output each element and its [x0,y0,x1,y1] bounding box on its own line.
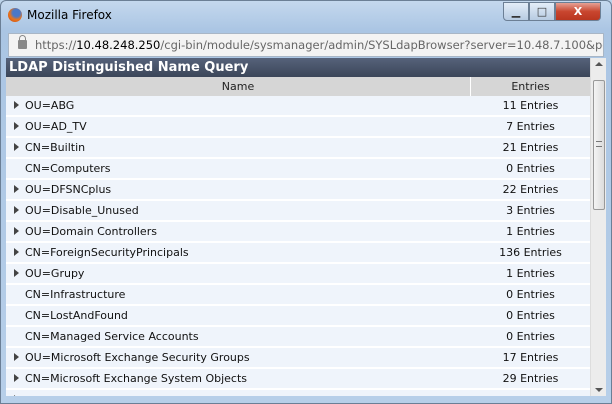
expand-arrow-icon[interactable] [14,185,19,193]
url-scheme: https:// [35,38,77,52]
entry-name[interactable]: CN=Computers [25,159,111,179]
list-item[interactable] [6,390,590,396]
list-item[interactable]: OU=AD_TV 7 Entries [6,117,590,138]
entry-count: 0 Entries [506,309,555,322]
entry-name[interactable]: OU=Microsoft Exchange Security Groups [25,348,250,368]
entry-name[interactable]: CN=Microsoft Exchange System Objects [25,369,247,389]
scroll-down-arrow-icon[interactable] [595,388,603,392]
entry-count: 136 Entries [499,246,562,259]
list-item[interactable]: CN=Managed Service Accounts 0 Entries [6,327,590,348]
list-item[interactable]: OU=Grupy 1 Entries [6,264,590,285]
page-content: LDAP Distinguished Name Query Name Entri… [6,58,606,396]
entry-count: 21 Entries [502,141,559,154]
entry-name[interactable]: CN=Managed Service Accounts [25,327,199,347]
maximize-button[interactable]: □ [529,2,555,21]
entry-count: 1 Entries [506,225,555,238]
entry-name[interactable]: OU=DFSNCplus [25,180,111,200]
expand-arrow-icon[interactable] [14,101,19,109]
entry-name[interactable]: CN=Builtin [25,138,85,158]
url-host: 10.48.248.250 [76,38,161,52]
entry-name[interactable]: OU=AD_TV [25,117,87,137]
list-item[interactable]: CN=LostAndFound 0 Entries [6,306,590,327]
expand-arrow-icon[interactable] [14,374,19,382]
expand-arrow-icon[interactable] [14,143,19,151]
expand-arrow-icon[interactable] [14,395,19,396]
expand-arrow-icon[interactable] [14,206,19,214]
column-header-entries[interactable]: Entries [471,77,590,96]
list-item[interactable]: CN=Microsoft Exchange System Objects 29 E… [6,369,590,390]
entry-count: 0 Entries [506,288,555,301]
entry-count: 17 Entries [502,351,559,364]
list-item[interactable]: OU=Domain Controllers 1 Entries [6,222,590,243]
firefox-logo-icon [8,8,22,22]
expand-arrow-icon[interactable] [14,248,19,256]
entry-name[interactable]: OU=Domain Controllers [25,222,157,242]
entry-count: 29 Entries [502,372,559,385]
entry-count: 22 Entries [502,183,559,196]
expand-arrow-icon[interactable] [14,353,19,361]
entry-name[interactable]: OU=Grupy [25,264,84,284]
url-bar[interactable]: https://10.48.248.250/cgi-bin/module/sys… [8,33,604,57]
list-item[interactable]: OU=Disable_Unused 3 Entries [6,201,590,222]
expand-arrow-icon[interactable] [14,269,19,277]
entry-count: 1 Entries [506,267,555,280]
entry-name[interactable]: CN=Infrastructure [25,285,125,305]
expand-arrow-icon[interactable] [14,122,19,130]
lock-icon [18,35,27,49]
window-title: Mozilla Firefox [27,8,112,22]
browser-window: Mozilla Firefox ▁ □ X https://10.48.248.… [0,0,612,404]
entry-name[interactable]: OU=ABG [25,96,74,116]
list-item[interactable]: CN=Infrastructure 0 Entries [6,285,590,306]
entry-name[interactable]: CN=LostAndFound [25,306,128,326]
scrollbar[interactable] [590,58,606,396]
scrollbar-thumb[interactable] [593,80,605,210]
list-item[interactable]: CN=ForeignSecurityPrincipals 136 Entries [6,243,590,264]
entry-count: 0 Entries [506,162,555,175]
list-item[interactable]: CN=Computers 0 Entries [6,159,590,180]
title-bar: Mozilla Firefox ▁ □ X [1,1,611,29]
expand-arrow-icon[interactable] [14,227,19,235]
ldap-list: OU=ABG 11 Entries OU=AD_TV 7 Entries CN=Buil… [6,96,590,396]
list-item[interactable]: OU=DFSNCplus 22 Entries [6,180,590,201]
list-item[interactable]: OU=Microsoft Exchange Security Groups 17 … [6,348,590,369]
close-button[interactable]: X [555,2,601,21]
entry-count: 0 Entries [506,330,555,343]
column-header-name[interactable]: Name [6,77,471,96]
list-item[interactable]: OU=ABG 11 Entries [6,96,590,117]
minimize-button[interactable]: ▁ [503,2,529,21]
panel-title: LDAP Distinguished Name Query [6,58,590,77]
entry-name[interactable]: OU=Disable_Unused [25,201,139,221]
entry-count: 7 Entries [506,120,555,133]
scroll-up-arrow-icon[interactable] [595,62,603,66]
entry-count: 11 Entries [502,99,559,112]
column-header: Name Entries [6,77,590,96]
entry-count: 3 Entries [506,204,555,217]
entry-name[interactable]: CN=ForeignSecurityPrincipals [25,243,189,263]
list-item[interactable]: CN=Builtin 21 Entries [6,138,590,159]
url-path: /cgi-bin/module/sysmanager/admin/SYSLdap… [160,38,603,52]
